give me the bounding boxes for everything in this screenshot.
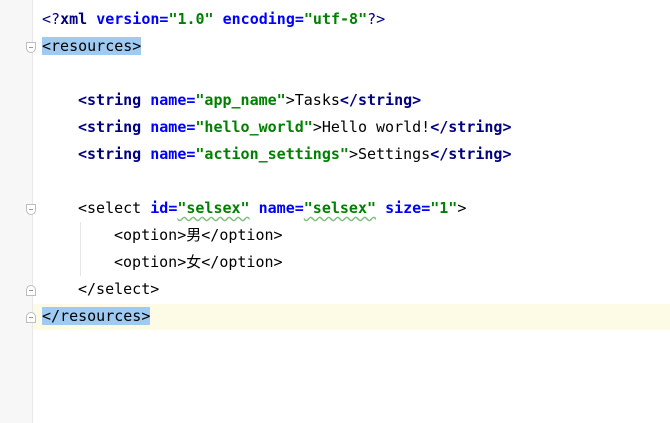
tag-end: > xyxy=(348,145,358,163)
equals-sign: = xyxy=(294,10,304,28)
equals-sign: = xyxy=(294,199,304,217)
version-attr: version xyxy=(96,10,160,28)
name-value: "selsex" xyxy=(303,199,377,217)
name-value: "hello_world" xyxy=(195,118,313,136)
string-line-1: <string name="app_name">Tasks</string> xyxy=(42,87,421,114)
name-attr: name xyxy=(150,91,187,109)
string-close-tag: </string> xyxy=(430,118,512,136)
resources-close-tag: </resources> xyxy=(42,307,151,325)
string-close-tag: </string> xyxy=(339,91,422,109)
size-attr: size xyxy=(385,199,422,217)
string-text: Hello world! xyxy=(321,118,431,136)
fold-end-resources-icon[interactable] xyxy=(26,312,36,323)
version-value: "1.0" xyxy=(168,10,214,28)
id-value: "selsex" xyxy=(177,199,250,217)
option-text: 男 xyxy=(186,226,202,244)
xml-declaration-line: <?xml version="1.0" encoding="utf-8"?> xyxy=(42,6,385,33)
select-close-tag: </select> xyxy=(78,280,160,298)
pi-name: xml xyxy=(60,10,88,28)
pi-close: ?> xyxy=(367,10,386,28)
size-value: "1" xyxy=(430,199,458,217)
option-close-tag: </option> xyxy=(201,226,283,244)
option-line-1: <option>男</option> xyxy=(42,222,283,249)
tag-end: > xyxy=(285,91,295,109)
name-attr: name xyxy=(150,118,187,136)
fold-select-icon[interactable] xyxy=(26,204,36,215)
fold-end-select-icon[interactable] xyxy=(26,285,36,296)
string-open-tag: <string xyxy=(78,91,142,109)
pi-open: <? xyxy=(42,10,61,28)
equals-sign: = xyxy=(421,199,431,217)
string-line-3: <string name="action_settings">Settings<… xyxy=(42,141,512,168)
option-close-tag: </option> xyxy=(201,253,283,271)
select-open-tag: <select xyxy=(78,199,142,217)
string-text: Settings xyxy=(357,145,431,163)
string-close-tag: </string> xyxy=(430,145,512,163)
option-open-tag: <option> xyxy=(114,253,187,271)
resources-close-line: </resources> xyxy=(42,303,151,330)
code-editor[interactable]: <?xml version="1.0" encoding="utf-8"?> <… xyxy=(0,0,670,423)
resources-open-tag: <resources> xyxy=(42,37,142,55)
encoding-attr: encoding xyxy=(222,10,295,28)
select-open-line: <select id="selsex" name="selsex" size="… xyxy=(42,195,466,222)
tag-end: > xyxy=(457,199,467,217)
string-open-tag: <string xyxy=(78,145,142,163)
tag-end: > xyxy=(312,118,322,136)
name-attr: name xyxy=(258,199,295,217)
select-close-line: </select> xyxy=(42,276,159,303)
name-value: "app_name" xyxy=(195,91,286,109)
name-value: "action_settings" xyxy=(195,145,349,163)
id-attr: id xyxy=(150,199,169,217)
option-open-tag: <option> xyxy=(114,226,187,244)
string-line-2: <string name="hello_world">Hello world!<… xyxy=(42,114,512,141)
fold-resources-icon[interactable] xyxy=(26,42,36,53)
name-attr: name xyxy=(150,145,187,163)
option-text: 女 xyxy=(186,253,202,271)
resources-open-line: <resources> xyxy=(42,33,142,60)
string-text: Tasks xyxy=(294,91,340,109)
option-line-2: <option>女</option> xyxy=(42,249,283,276)
equals-sign: = xyxy=(168,199,178,217)
string-open-tag: <string xyxy=(78,118,142,136)
encoding-value: "utf-8" xyxy=(303,10,368,28)
